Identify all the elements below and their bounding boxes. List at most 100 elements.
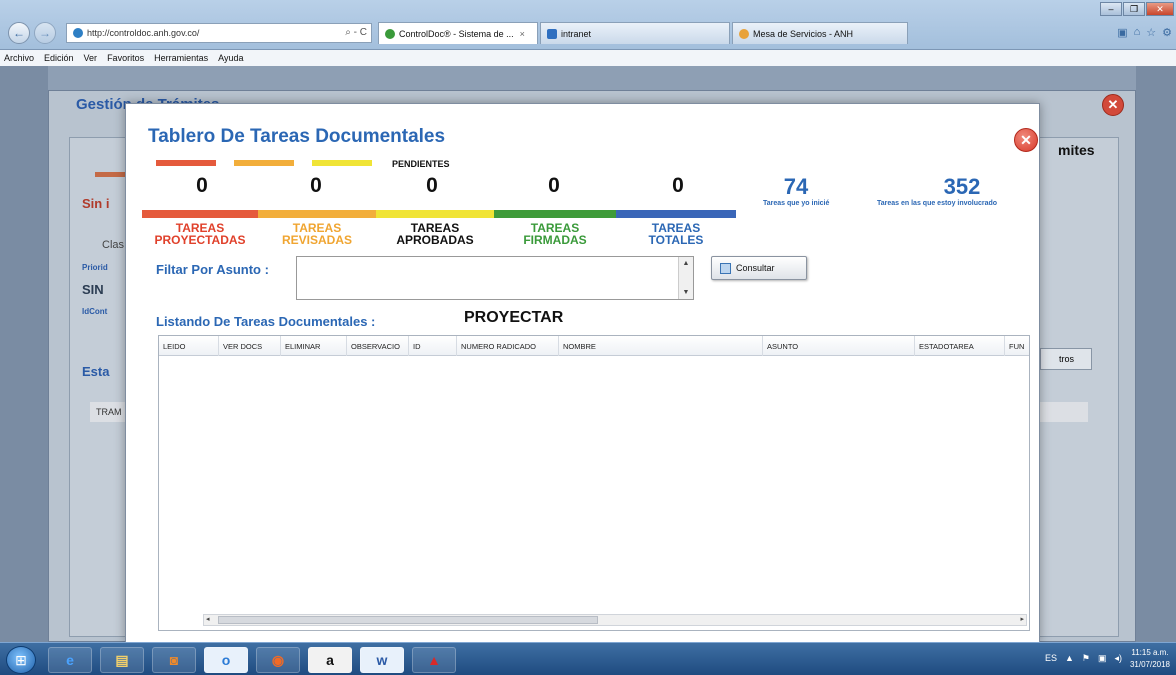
sharepoint-icon [547, 28, 557, 39]
prioridad-value: SIN [82, 282, 104, 297]
folder-icon[interactable]: ▤ [100, 647, 144, 673]
scroll-down-icon[interactable]: ▼ [683, 289, 690, 296]
scroll-right-icon[interactable]: ▸ [1020, 615, 1024, 623]
col-ver-docs[interactable]: VER DOCS [219, 336, 281, 356]
scroll-left-icon[interactable]: ◂ [206, 615, 210, 623]
bar-aprobadas [376, 210, 494, 218]
start-button[interactable]: ⊞ [6, 646, 36, 674]
firefox-icon[interactable]: ◉ [256, 647, 300, 673]
list-mode: PROYECTAR [464, 309, 564, 326]
bar-firmadas [494, 210, 616, 218]
menu-archivo[interactable]: Archivo [4, 53, 34, 63]
close-window-icon[interactable]: ✕ [1146, 2, 1174, 16]
tab-intranet[interactable]: intranet [540, 22, 730, 44]
grid-hscrollbar[interactable]: ◂ ▸ [203, 614, 1027, 626]
ie-icon[interactable]: e [48, 647, 92, 673]
tab-controldoc[interactable]: ControlDoc® - Sistema de ... × [378, 22, 538, 44]
menu-ayuda[interactable]: Ayuda [218, 53, 243, 63]
gear-icon[interactable]: ⚙ [1162, 26, 1172, 39]
menu-edicion[interactable]: Edición [44, 53, 74, 63]
window-controls: – ❐ ✕ [1100, 2, 1174, 16]
col-nombre[interactable]: NOMBRE [559, 336, 763, 356]
close-tab-icon[interactable]: × [520, 29, 525, 39]
tasks-grid: LEIDO VER DOCS ELIMINAR OBSERVACIO ID NU… [158, 335, 1030, 631]
col-asunto[interactable]: ASUNTO [763, 336, 915, 356]
label-totales-2: TOTALES [648, 233, 704, 247]
close-modal-icon[interactable]: ✕ [1014, 128, 1038, 152]
col-eliminar[interactable]: ELIMINAR [281, 336, 347, 356]
sin-label: Sin i [82, 196, 110, 211]
maximize-icon[interactable]: ❐ [1123, 2, 1145, 16]
menu-bar: Archivo Edición Ver Favoritos Herramient… [0, 50, 1176, 66]
label-firmadas[interactable]: TAREAS FIRMADAS [494, 222, 616, 246]
label-revisadas-2: REVISADAS [281, 233, 352, 247]
label-totales[interactable]: TAREAS TOTALES [616, 222, 736, 246]
tab-label: ControlDoc® - Sistema de ... [399, 28, 514, 39]
iniciadas-caption: Tareas que yo inicié [763, 200, 830, 207]
label-aprobadas[interactable]: TAREAS APROBADAS [376, 222, 494, 246]
pendientes-bar-red [156, 160, 216, 166]
filter-scrollbar[interactable]: ▲ ▼ [678, 257, 693, 299]
star-icon[interactable]: ☆ [1146, 26, 1156, 39]
left-margin [0, 66, 48, 642]
network-icon[interactable]: ▣ [1098, 653, 1107, 664]
col-leido[interactable]: LEIDO [159, 336, 219, 356]
counter-proyectadas: 0 [196, 174, 208, 197]
media-icon[interactable]: ◙ [152, 647, 196, 673]
system-tray: ES ▲ ⚑ ▣ ◂) [1045, 653, 1122, 664]
filtros-button[interactable]: tros [1040, 348, 1092, 370]
tab-mesa-servicios[interactable]: Mesa de Servicios - ANH [732, 22, 908, 44]
filter-asunto-input[interactable] [296, 256, 694, 300]
consultar-label: Consultar [736, 263, 775, 273]
acrobat-icon[interactable]: ▲ [412, 647, 456, 673]
menu-favoritos[interactable]: Favoritos [107, 53, 144, 63]
counter-aprobadas: 0 [426, 174, 438, 197]
amazon-icon[interactable]: a [308, 647, 352, 673]
right-margin [1136, 66, 1176, 642]
taskbar: ⊞ e ▤ ◙ o ◉ a w ▲ ES ▲ ⚑ ▣ ◂) 11:15 a.m.… [0, 642, 1176, 675]
bar-revisadas [258, 210, 376, 218]
minimize-icon[interactable]: – [1100, 2, 1122, 16]
word-icon[interactable]: w [360, 647, 404, 673]
col-numero-radicado[interactable]: NUMERO RADICADO [457, 336, 559, 356]
col-fun[interactable]: FUN [1005, 336, 1029, 356]
tram-col: TRAM [96, 407, 122, 417]
menu-ver[interactable]: Ver [84, 53, 98, 63]
scroll-up-icon[interactable]: ▲ [683, 260, 690, 267]
tab-label: intranet [561, 28, 592, 39]
col-estadotarea[interactable]: ESTADOTAREA [915, 336, 1005, 356]
col-observacion[interactable]: OBSERVACIO [347, 336, 409, 356]
close-tramites-icon[interactable]: ✕ [1102, 94, 1124, 116]
volume-icon[interactable]: ◂) [1114, 653, 1122, 664]
estado-label: Esta [82, 364, 110, 379]
search-refresh-icon[interactable]: ⌕ - C [345, 27, 367, 38]
filter-label: Filtar Por Asunto : [156, 262, 269, 277]
label-revisadas[interactable]: TAREAS REVISADAS [258, 222, 376, 246]
list-label: Listando De Tareas Documentales : [156, 314, 376, 329]
menu-herramientas[interactable]: Herramientas [154, 53, 208, 63]
tray-expand-icon[interactable]: ▲ [1065, 653, 1074, 664]
consultar-button[interactable]: Consultar [711, 256, 807, 280]
label-proyectadas[interactable]: TAREAS PROYECTADAS [142, 222, 258, 246]
language-indicator[interactable]: ES [1045, 653, 1057, 664]
scroll-thumb[interactable] [218, 616, 598, 624]
col-id[interactable]: ID [409, 336, 457, 356]
counter-revisadas: 0 [310, 174, 322, 197]
involucrado-count[interactable]: 352 [922, 174, 1002, 200]
iniciadas-count[interactable]: 74 [766, 174, 826, 200]
bing-icon[interactable]: ▣ [1117, 26, 1127, 39]
bar-totales [616, 210, 736, 218]
label-proyectadas-2: PROYECTADAS [154, 233, 246, 247]
home-icon[interactable]: ⌂ [1134, 26, 1141, 39]
outlook-icon[interactable]: o [204, 647, 248, 673]
browser-icons: ▣ ⌂ ☆ ⚙ [1117, 26, 1172, 39]
address-bar[interactable]: http://controldoc.anh.gov.co/ ⌕ - C [66, 23, 372, 43]
back-icon[interactable]: ← [8, 22, 30, 44]
forward-icon[interactable]: → [34, 22, 56, 44]
clock[interactable]: 11:15 a.m. 31/07/2018 [1130, 647, 1170, 671]
flag-icon[interactable]: ⚑ [1082, 653, 1090, 664]
involucrado-caption: Tareas en las que estoy involucrado [877, 200, 998, 207]
site-icon [73, 28, 83, 38]
controldoc-icon [385, 28, 395, 39]
pendientes-label: PENDIENTES [392, 159, 450, 169]
